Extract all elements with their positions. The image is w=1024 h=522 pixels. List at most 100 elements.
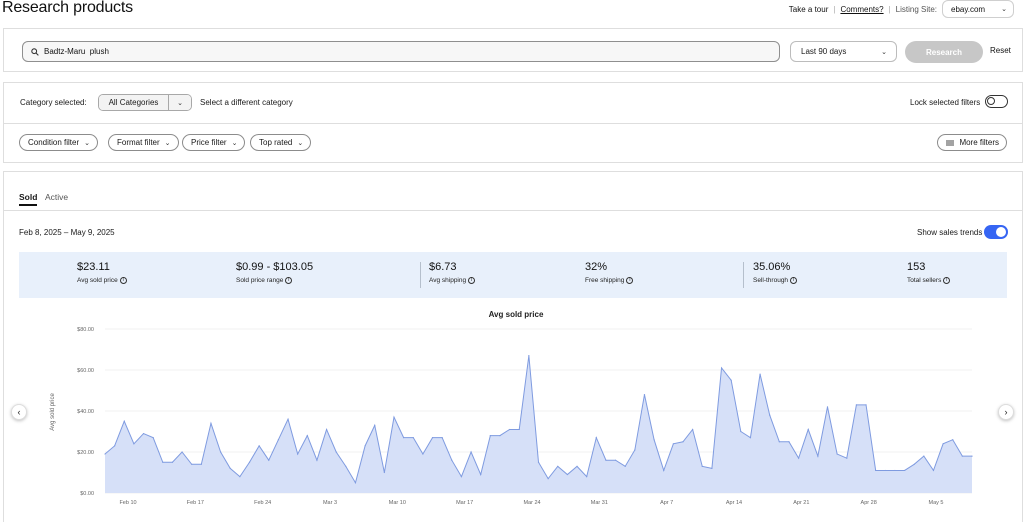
data-point[interactable]: [942, 443, 944, 445]
data-point[interactable]: [711, 467, 713, 469]
data-point[interactable]: [210, 422, 212, 424]
data-point[interactable]: [663, 469, 665, 472]
data-point[interactable]: [614, 459, 617, 461]
data-point[interactable]: [383, 471, 385, 474]
data-point[interactable]: [325, 428, 328, 431]
data-point[interactable]: [634, 449, 636, 451]
data-point[interactable]: [932, 469, 935, 472]
data-point[interactable]: [692, 428, 694, 431]
data-point[interactable]: [547, 478, 549, 480]
data-point[interactable]: [152, 437, 154, 439]
price-filter-button[interactable]: Price filter ⌄: [182, 134, 246, 151]
data-point[interactable]: [884, 469, 886, 472]
format-filter-button[interactable]: Format filter ⌄: [108, 134, 179, 151]
category-value[interactable]: All Categories: [99, 95, 169, 110]
data-point[interactable]: [277, 439, 279, 441]
condition-filter-button[interactable]: Condition filter ⌄: [19, 134, 99, 151]
data-point[interactable]: [393, 416, 395, 418]
data-point[interactable]: [431, 437, 434, 439]
data-point[interactable]: [470, 451, 472, 453]
select-category-link[interactable]: Select a different category: [200, 98, 293, 107]
data-point[interactable]: [114, 445, 116, 447]
data-point[interactable]: [191, 463, 193, 465]
lock-filters-toggle[interactable]: [985, 95, 1008, 108]
data-point[interactable]: [817, 455, 819, 457]
data-point[interactable]: [846, 457, 848, 459]
info-icon[interactable]: i: [626, 277, 634, 284]
data-point[interactable]: [451, 459, 453, 461]
data-point[interactable]: [422, 453, 424, 455]
data-point[interactable]: [971, 455, 973, 457]
data-point[interactable]: [354, 482, 357, 484]
data-point[interactable]: [672, 443, 674, 445]
search-input[interactable]: [44, 47, 744, 56]
top-rated-button[interactable]: Top rated ⌄: [250, 134, 312, 151]
data-point[interactable]: [374, 424, 376, 426]
data-point[interactable]: [248, 461, 251, 463]
reset-button[interactable]: Reset: [990, 46, 1011, 55]
data-point[interactable]: [624, 465, 626, 467]
data-point[interactable]: [480, 473, 482, 476]
data-point[interactable]: [229, 467, 231, 469]
data-point[interactable]: [123, 420, 125, 422]
data-point[interactable]: [239, 476, 241, 478]
data-point[interactable]: [682, 441, 684, 443]
tab-sold[interactable]: Sold: [19, 192, 37, 202]
data-point[interactable]: [364, 445, 366, 447]
info-icon[interactable]: i: [119, 277, 127, 284]
data-point[interactable]: [903, 469, 906, 472]
data-point[interactable]: [740, 430, 742, 433]
data-point[interactable]: [865, 404, 867, 406]
data-point[interactable]: [759, 373, 761, 375]
data-point[interactable]: [778, 441, 780, 443]
data-point[interactable]: [441, 437, 443, 439]
chevron-right-icon[interactable]: ›: [998, 404, 1014, 420]
data-point[interactable]: [316, 459, 318, 461]
data-point[interactable]: [142, 432, 145, 435]
data-point[interactable]: [287, 418, 289, 420]
data-point[interactable]: [913, 463, 915, 465]
listing-site-select[interactable]: ebay.com ⌄: [942, 0, 1014, 18]
data-point[interactable]: [576, 465, 578, 467]
data-point[interactable]: [643, 394, 646, 396]
data-point[interactable]: [605, 459, 607, 461]
data-point[interactable]: [855, 404, 858, 406]
data-point[interactable]: [749, 437, 752, 439]
take-tour-link[interactable]: Take a tour: [789, 5, 829, 14]
info-icon[interactable]: i: [285, 277, 293, 284]
data-point[interactable]: [836, 453, 838, 455]
data-point[interactable]: [826, 406, 829, 408]
data-point[interactable]: [952, 439, 954, 441]
tab-active[interactable]: Active: [45, 192, 68, 202]
data-point[interactable]: [306, 435, 308, 437]
data-point[interactable]: [586, 476, 588, 478]
info-icon[interactable]: i: [943, 277, 951, 284]
category-select[interactable]: All Categories ⌄: [98, 94, 192, 111]
data-point[interactable]: [537, 461, 540, 463]
data-point[interactable]: [518, 428, 520, 431]
data-point[interactable]: [653, 439, 655, 441]
data-point[interactable]: [807, 428, 809, 431]
data-point[interactable]: [557, 465, 559, 467]
data-point[interactable]: [220, 451, 222, 453]
date-range-select[interactable]: Last 90 days ⌄: [790, 41, 897, 62]
data-point[interactable]: [345, 465, 347, 467]
data-point[interactable]: [566, 473, 569, 476]
data-point[interactable]: [499, 435, 501, 437]
data-point[interactable]: [509, 428, 511, 431]
chevron-down-icon[interactable]: ⌄: [169, 95, 191, 110]
data-point[interactable]: [701, 465, 703, 467]
data-point[interactable]: [894, 469, 896, 472]
data-point[interactable]: [200, 463, 202, 465]
data-point[interactable]: [595, 437, 597, 439]
data-point[interactable]: [798, 457, 800, 459]
data-point[interactable]: [181, 451, 183, 453]
data-point[interactable]: [258, 445, 260, 447]
data-point[interactable]: [961, 455, 963, 457]
data-point[interactable]: [769, 414, 771, 416]
data-point[interactable]: [875, 469, 877, 472]
data-point[interactable]: [104, 453, 106, 455]
data-point[interactable]: [528, 355, 530, 357]
data-point[interactable]: [730, 379, 732, 381]
data-point[interactable]: [268, 459, 270, 461]
